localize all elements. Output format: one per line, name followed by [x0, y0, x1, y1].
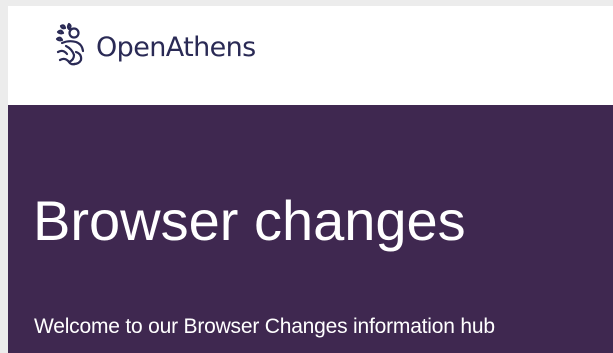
page-title: Browser changes	[33, 189, 466, 252]
browser-page: OpenAthens Browser changes Welcome to ou…	[8, 6, 613, 353]
hero-banner: Browser changes Welcome to our Browser C…	[8, 105, 613, 353]
logo-wordmark: OpenAthens	[96, 31, 256, 63]
openathens-laurel-figure-icon	[55, 22, 85, 66]
site-header: OpenAthens	[8, 6, 613, 105]
hero-intro-text: Welcome to our Browser Changes informati…	[34, 315, 495, 338]
openathens-logo-link[interactable]: OpenAthens	[52, 22, 256, 68]
